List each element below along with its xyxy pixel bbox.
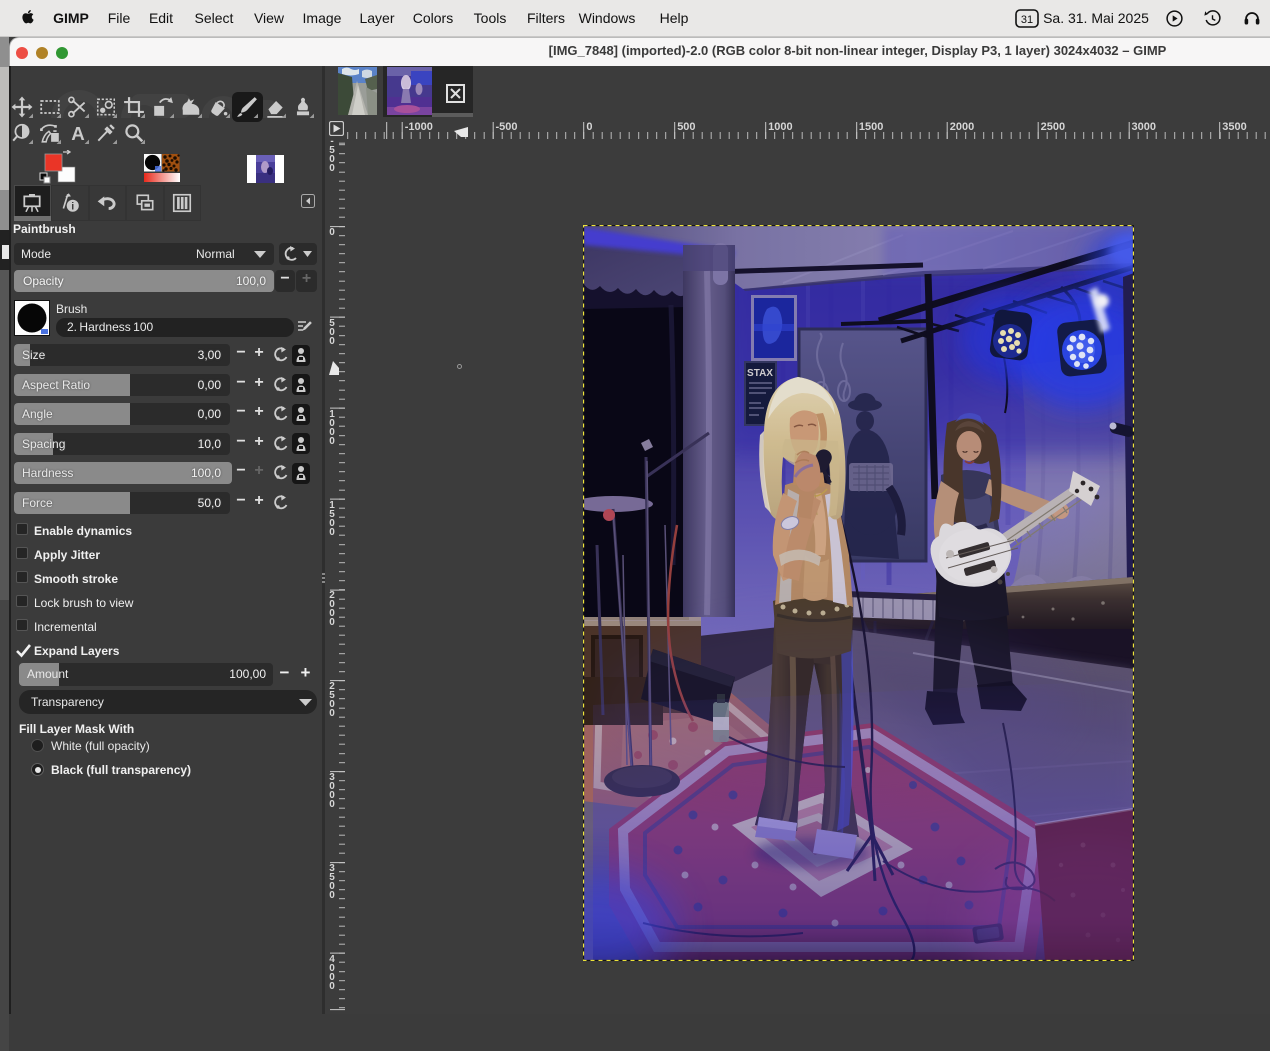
svg-text:31: 31 xyxy=(1021,14,1033,26)
svg-text:A: A xyxy=(71,123,85,144)
svg-text:i: i xyxy=(71,202,74,213)
